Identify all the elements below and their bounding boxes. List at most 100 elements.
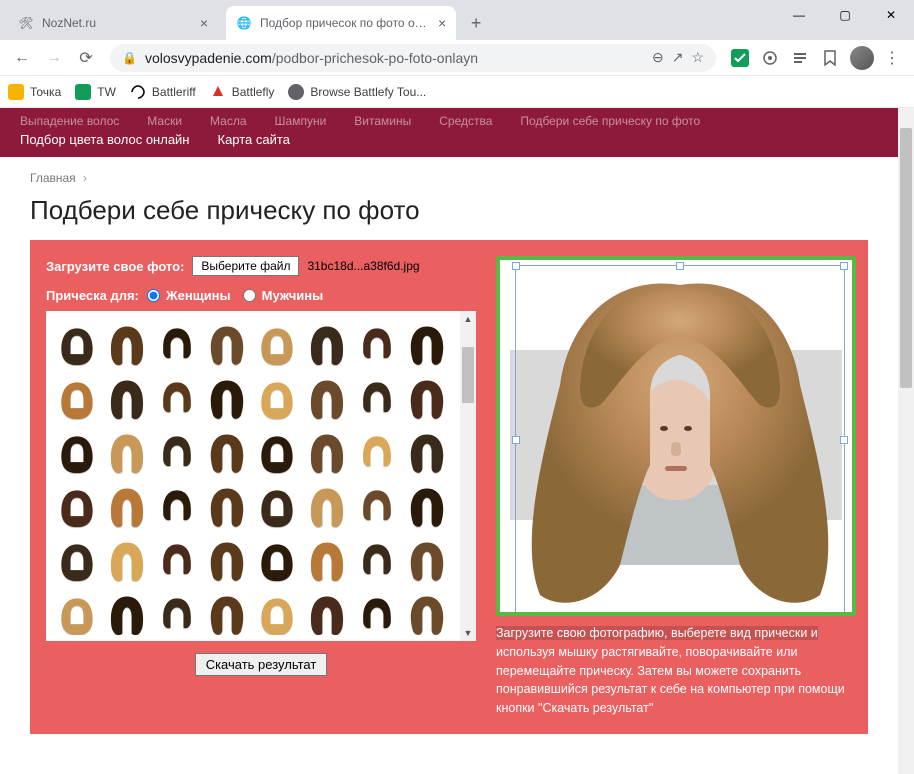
hair-option[interactable]: [202, 587, 252, 635]
profile-avatar[interactable]: [850, 46, 874, 70]
hair-option[interactable]: [102, 317, 152, 371]
resize-handle-n[interactable]: [676, 262, 684, 270]
hair-option[interactable]: [152, 371, 202, 425]
hair-option[interactable]: [302, 371, 352, 425]
hair-option[interactable]: [402, 425, 452, 479]
gender-male-radio[interactable]: [243, 289, 256, 302]
hair-option[interactable]: [352, 479, 402, 533]
hair-option[interactable]: [352, 371, 402, 425]
nav-item[interactable]: Выпадение волос: [20, 114, 119, 128]
breadcrumb-home[interactable]: Главная: [30, 171, 76, 185]
hair-option[interactable]: [352, 587, 402, 635]
nav-item[interactable]: Витамины: [354, 114, 411, 128]
close-icon[interactable]: ×: [200, 15, 208, 31]
file-choose-button[interactable]: Выберите файл: [192, 256, 299, 276]
resize-handle-ne[interactable]: [840, 262, 848, 270]
browser-menu-button[interactable]: ⋮: [878, 44, 906, 72]
bookmark-battleriff[interactable]: Battleriff: [130, 84, 196, 100]
scroll-down-arrow-icon[interactable]: ▼: [460, 625, 476, 641]
extension-settings-icon[interactable]: [758, 46, 782, 70]
hair-option[interactable]: [252, 533, 302, 587]
nav-item[interactable]: Масла: [210, 114, 246, 128]
hair-option[interactable]: [402, 533, 452, 587]
nav-item[interactable]: Подбери себе прическу по фото: [520, 114, 700, 128]
hair-option[interactable]: [402, 587, 452, 635]
bookmark-battlefly[interactable]: Battlefly: [210, 84, 275, 100]
hair-option[interactable]: [302, 533, 352, 587]
hair-option[interactable]: [302, 317, 352, 371]
bookmark-tochka[interactable]: Точка: [8, 84, 61, 100]
omnibox[interactable]: 🔒 volosvypadenie.com/podbor-prichesok-po…: [110, 44, 716, 72]
hair-option[interactable]: [252, 587, 302, 635]
hair-option[interactable]: [352, 533, 402, 587]
star-icon[interactable]: ☆: [691, 49, 704, 66]
hair-option[interactable]: [52, 371, 102, 425]
hair-option[interactable]: [202, 371, 252, 425]
tab-noznet[interactable]: 🛠 NozNet.ru ×: [8, 6, 218, 40]
back-button[interactable]: ←: [8, 44, 36, 72]
extension-queue-icon[interactable]: [788, 46, 812, 70]
hair-option[interactable]: [152, 587, 202, 635]
resize-handle-e[interactable]: [840, 436, 848, 444]
bookmark-tw[interactable]: TW: [75, 84, 116, 100]
forward-button[interactable]: →: [40, 44, 68, 72]
resize-handle-w[interactable]: [512, 436, 520, 444]
nav-item[interactable]: Карта сайта: [218, 132, 290, 147]
selection-box[interactable]: [515, 265, 845, 615]
hair-option[interactable]: [202, 317, 252, 371]
hair-option[interactable]: [152, 317, 202, 371]
hair-option[interactable]: [202, 479, 252, 533]
new-tab-button[interactable]: +: [462, 9, 490, 37]
hair-option[interactable]: [152, 479, 202, 533]
zoom-out-icon[interactable]: ⊖: [652, 49, 664, 66]
tab-podbor[interactable]: 🌐 Подбор причесок по фото онла ×: [226, 6, 456, 40]
maximize-button[interactable]: ▢: [822, 0, 868, 30]
hair-scrollbar[interactable]: ▲ ▼: [460, 311, 476, 641]
hair-option[interactable]: [302, 587, 352, 635]
hair-option[interactable]: [252, 317, 302, 371]
extension-check-icon[interactable]: [728, 46, 752, 70]
hair-option[interactable]: [352, 317, 402, 371]
hair-option[interactable]: [402, 371, 452, 425]
nav-item[interactable]: Маски: [147, 114, 182, 128]
hair-option[interactable]: [252, 425, 302, 479]
page-scrollbar[interactable]: [898, 108, 914, 774]
hair-option[interactable]: [352, 425, 402, 479]
hair-option[interactable]: [152, 425, 202, 479]
hair-option[interactable]: [102, 533, 152, 587]
hair-option[interactable]: [252, 479, 302, 533]
page-scroll-thumb[interactable]: [900, 128, 912, 388]
hair-option[interactable]: [102, 479, 152, 533]
hair-option[interactable]: [302, 479, 352, 533]
hair-option[interactable]: [152, 533, 202, 587]
hair-option[interactable]: [302, 425, 352, 479]
scroll-up-arrow-icon[interactable]: ▲: [460, 311, 476, 327]
close-icon[interactable]: ×: [438, 15, 446, 31]
share-icon[interactable]: ↗: [672, 49, 684, 66]
hair-scroll-thumb[interactable]: [462, 347, 474, 403]
hair-option[interactable]: [102, 425, 152, 479]
download-button[interactable]: Скачать результат: [195, 653, 328, 676]
nav-item[interactable]: Подбор цвета волос онлайн: [20, 132, 190, 147]
extension-bookmark-icon[interactable]: [818, 46, 842, 70]
hair-option[interactable]: [102, 371, 152, 425]
hair-option[interactable]: [52, 425, 102, 479]
hair-option[interactable]: [402, 317, 452, 371]
hair-option[interactable]: [202, 533, 252, 587]
close-window-button[interactable]: ✕: [868, 0, 914, 30]
preview-box[interactable]: [496, 256, 856, 616]
gender-female-radio[interactable]: [147, 289, 160, 302]
hair-option[interactable]: [52, 317, 102, 371]
hair-option[interactable]: [252, 371, 302, 425]
minimize-button[interactable]: —: [776, 0, 822, 30]
hair-option[interactable]: [52, 533, 102, 587]
hair-option[interactable]: [402, 479, 452, 533]
hair-option[interactable]: [102, 587, 152, 635]
hair-option[interactable]: [52, 479, 102, 533]
nav-item[interactable]: Средства: [439, 114, 492, 128]
hair-option[interactable]: [52, 587, 102, 635]
bookmark-browse-battlefy[interactable]: Browse Battlefy Tou...: [288, 84, 426, 100]
hair-option[interactable]: [202, 425, 252, 479]
resize-handle-nw[interactable]: [512, 262, 520, 270]
reload-button[interactable]: ⟳: [72, 44, 100, 72]
